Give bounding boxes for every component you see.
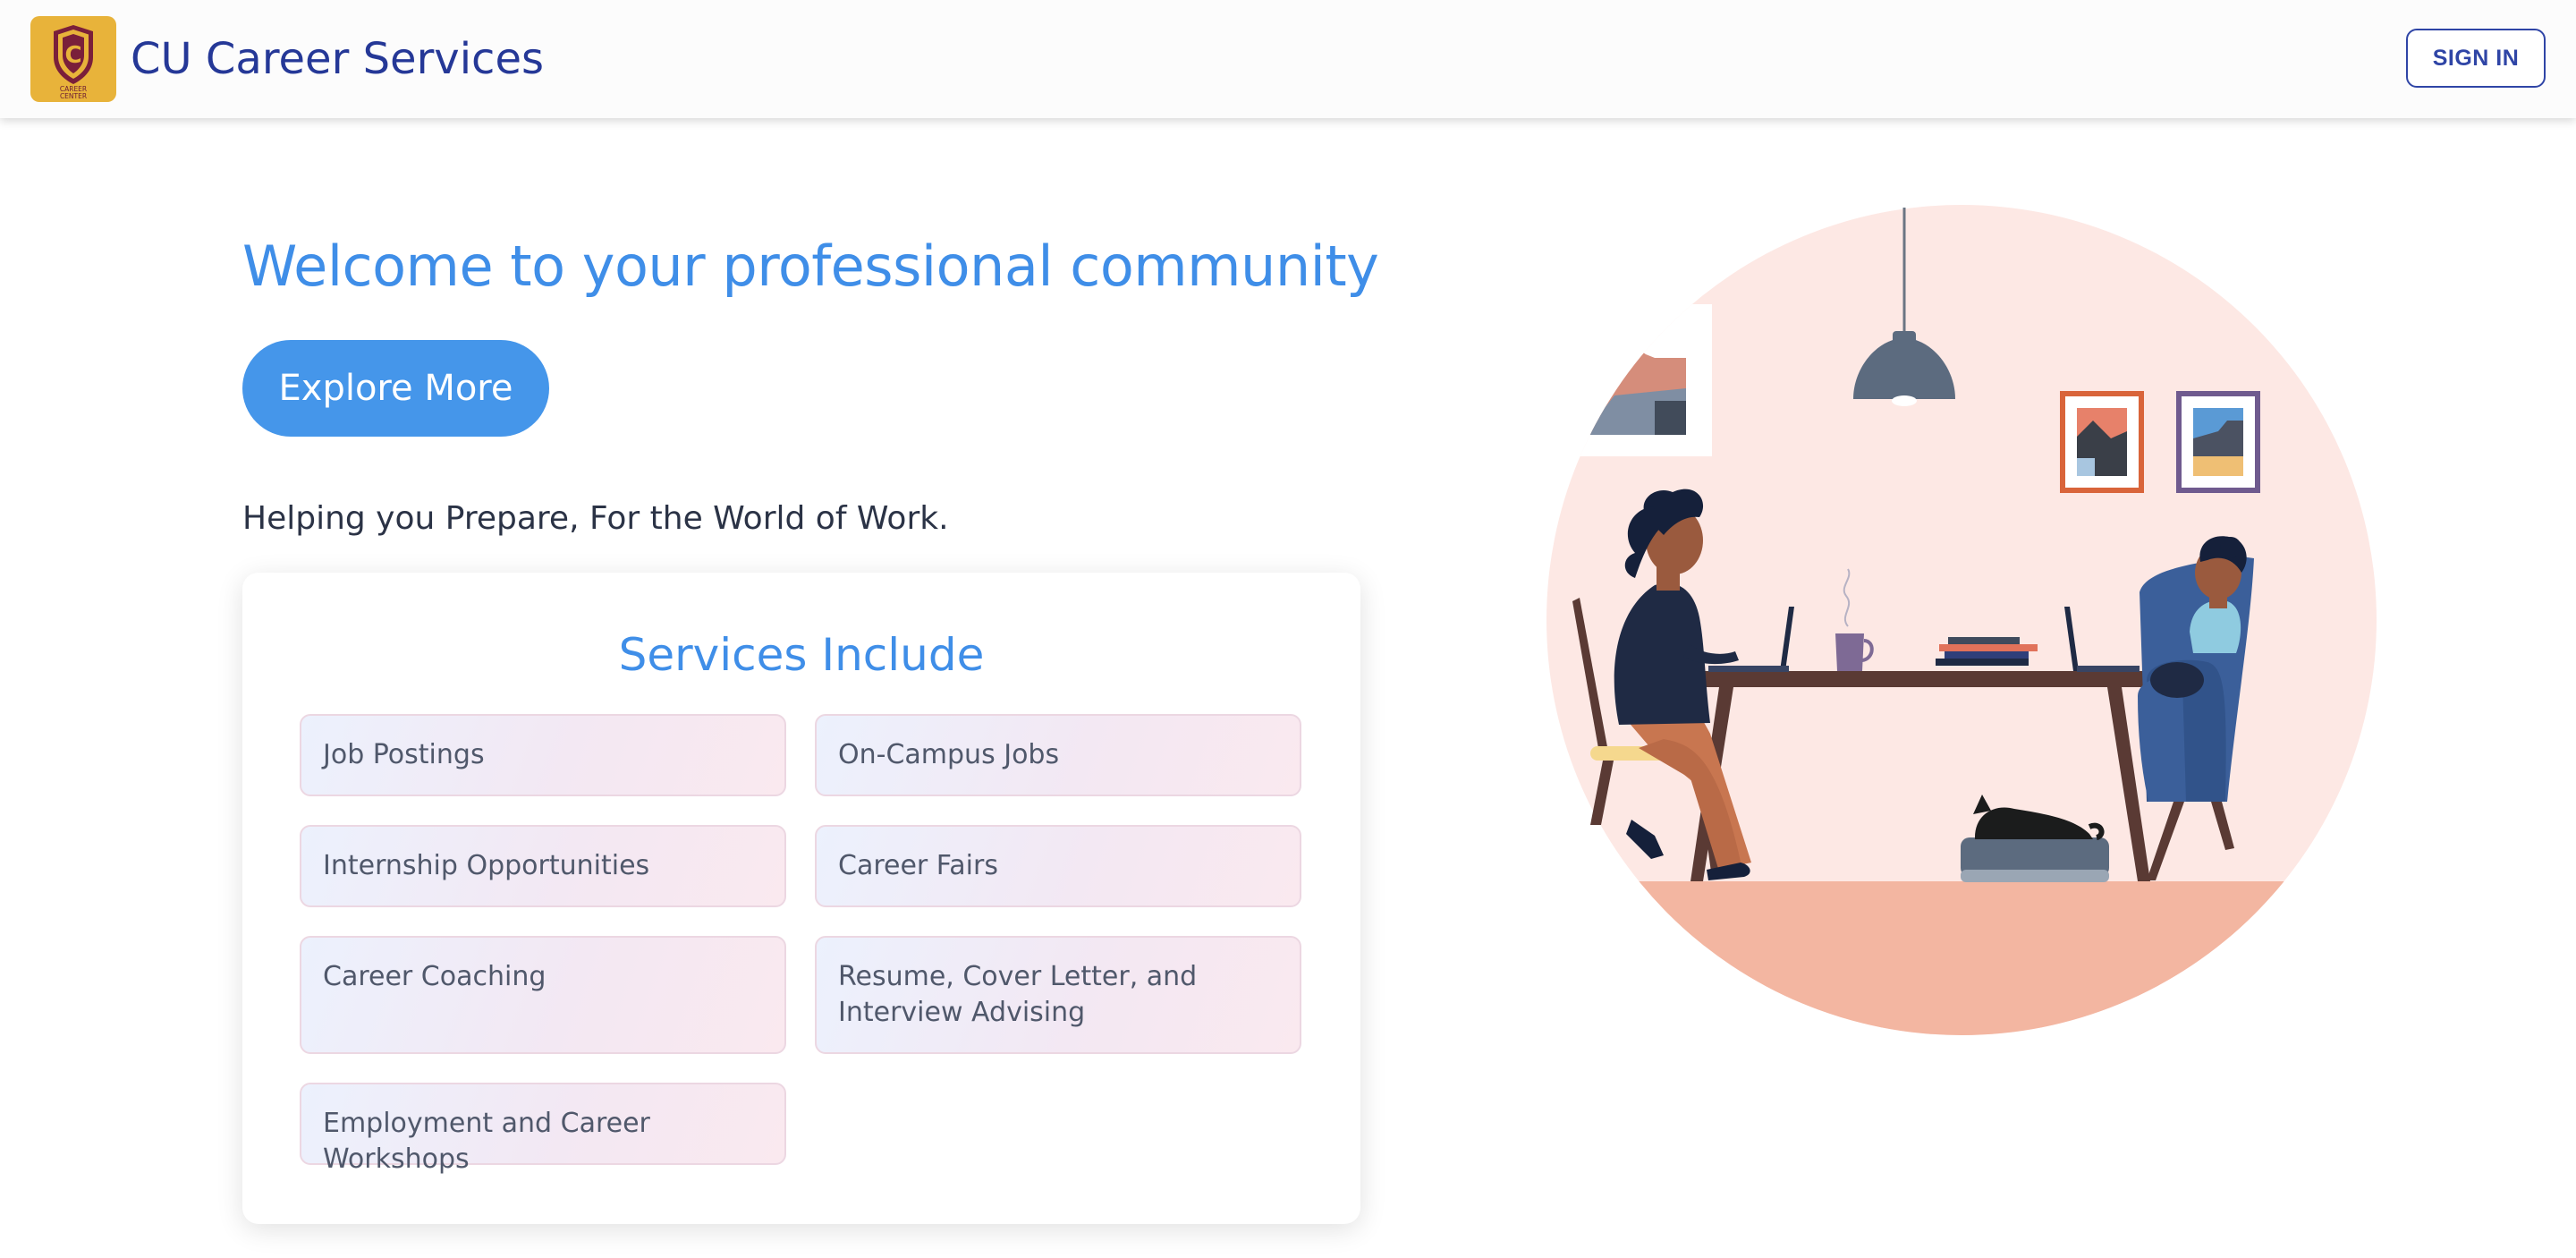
svg-text:C: C — [64, 42, 81, 69]
coffee-mug-icon — [1835, 633, 1864, 671]
career-center-logo[interactable]: C CAREER CENTER — [30, 16, 116, 102]
table-icon — [1673, 671, 2170, 687]
service-job-postings[interactable]: Job Postings — [300, 714, 786, 796]
svg-text:CENTER: CENTER — [60, 92, 87, 100]
hero-heading: Welcome to your professional community — [242, 234, 1379, 299]
services-card: Services Include Job Postings On-Campus … — [242, 573, 1360, 1224]
service-resume-advising[interactable]: Resume, Cover Letter, and Interview Advi… — [815, 936, 1301, 1054]
service-internship-opportunities[interactable]: Internship Opportunities — [300, 825, 786, 907]
hero-tagline: Helping you Prepare, For the World of Wo… — [242, 500, 949, 537]
books-icon — [1948, 637, 2020, 644]
service-career-workshops[interactable]: Employment and Career Workshops — [300, 1083, 786, 1175]
shield-logo-icon: C CAREER CENTER — [54, 25, 93, 100]
illustration-svg — [1546, 205, 2377, 1035]
service-career-coaching[interactable]: Career Coaching — [300, 936, 786, 1054]
remote-work-illustration — [1521, 197, 2415, 1056]
top-nav-bar: C CAREER CENTER CU Career Services SIGN … — [0, 0, 2576, 118]
services-heading: Services Include — [618, 629, 985, 681]
service-on-campus-jobs[interactable]: On-Campus Jobs — [815, 714, 1301, 796]
service-career-fairs[interactable]: Career Fairs — [815, 825, 1301, 907]
site-title[interactable]: CU Career Services — [131, 32, 544, 86]
sign-in-button[interactable]: SIGN IN — [2406, 29, 2546, 88]
explore-more-button[interactable]: Explore More — [242, 340, 549, 437]
